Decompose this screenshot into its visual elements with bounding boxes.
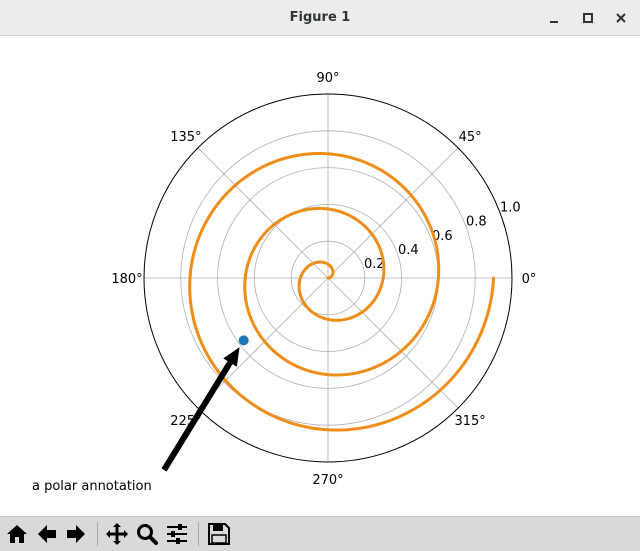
close-icon [616, 13, 626, 23]
annotation-point-marker [238, 335, 249, 346]
toolbar-separator [198, 522, 199, 546]
polar-chart: 0.20.40.60.81.0 0°45°90°135°180°225°270°… [32, 71, 537, 494]
annotation-label: a polar annotation [32, 479, 152, 494]
angular-tick-label: 45° [459, 130, 482, 145]
maximize-icon [583, 13, 593, 23]
zoom-button[interactable] [133, 520, 161, 548]
move-icon [106, 523, 128, 545]
back-arrow-icon [38, 525, 56, 543]
radial-tick-label: 1.0 [500, 201, 521, 216]
minimize-icon [550, 21, 558, 23]
angular-tick-label: 180° [111, 272, 142, 287]
annotation-arrow [161, 347, 240, 472]
home-icon [7, 525, 27, 543]
figure-canvas[interactable]: 0.2 0.4 0.6 0.8 1.0 0° 45° 90° 135° 180° 225° 270°… [0, 36, 640, 516]
save-button[interactable] [205, 520, 233, 548]
configure-subplots-button[interactable] [163, 520, 191, 548]
angular-tick-label: 135° [170, 130, 201, 145]
home-button[interactable] [3, 520, 31, 548]
floppy-icon [208, 523, 230, 545]
angular-tick-label: 270° [312, 473, 343, 488]
forward-arrow-icon [67, 525, 85, 543]
back-button[interactable] [33, 520, 61, 548]
angular-tick-label: 315° [454, 414, 485, 429]
radial-tick-label: 0.4 [398, 243, 419, 258]
sliders-icon [167, 524, 187, 544]
forward-button[interactable] [62, 520, 90, 548]
minimize-button[interactable] [544, 8, 564, 28]
navigation-toolbar [0, 516, 640, 551]
maximize-button[interactable] [578, 8, 598, 28]
radial-tick-label: 0.8 [466, 215, 487, 230]
pan-button[interactable] [103, 520, 131, 548]
angular-gridline [327, 277, 459, 409]
close-button[interactable] [611, 8, 631, 28]
figure-window: Figure 1 0.2 0.4 0.6 0.8 1.0 0° 45° 90° 135° 180… [0, 0, 640, 551]
angular-tick-label: 0° [522, 272, 537, 287]
title-bar[interactable]: Figure 1 [0, 0, 640, 36]
radial-tick-labels: 0.20.40.60.81.0 [364, 201, 521, 272]
magnifier-icon [137, 524, 158, 545]
angular-tick-label: 90° [316, 71, 339, 86]
toolbar-separator [97, 522, 98, 546]
